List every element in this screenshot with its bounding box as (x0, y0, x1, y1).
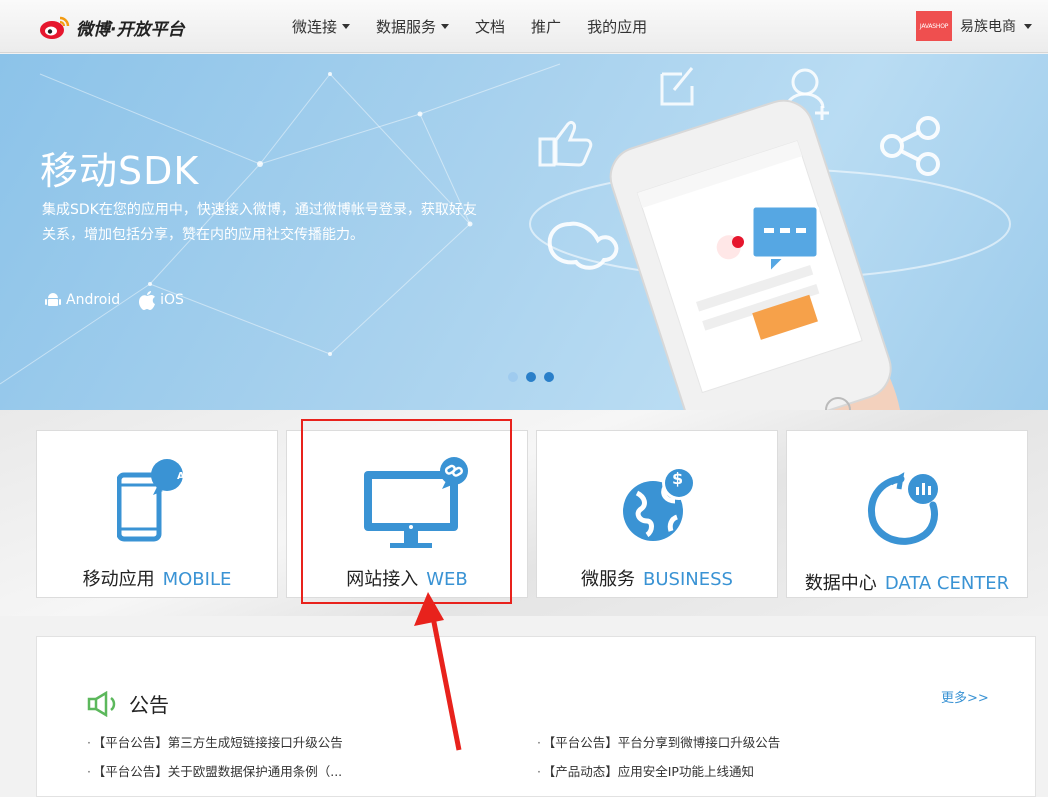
carousel-dot[interactable] (508, 372, 518, 382)
announcement-panel: 公告 更多>> · 【平台公告】第三方生成短链接接口升级公告 · 【平台公告】平台分… (36, 636, 1036, 797)
news-text: 【平台公告】平台分享到微博接口升级公告 (548, 735, 781, 750)
news-item[interactable]: · 【产品动态】应用安全IP功能上线通知 (537, 761, 754, 780)
nav-item-my-apps[interactable]: 我的应用 (587, 16, 647, 37)
card-icon-wrap: $ (537, 457, 777, 557)
card-label-cn: 微服务 (581, 569, 636, 590)
carousel-dot[interactable] (526, 372, 536, 382)
nav-item-docs[interactable]: 文档 (475, 16, 505, 37)
highlight-box (301, 419, 512, 604)
card-icon-wrap: APP (37, 457, 277, 557)
nav-item-promote[interactable]: 推广 (531, 16, 561, 37)
news-item[interactable]: · 【平台公告】平台分享到微博接口升级公告 (537, 732, 780, 751)
carousel-dots (508, 372, 562, 382)
platform-list: Android iOS (44, 290, 202, 310)
cloud-icon (547, 221, 619, 270)
card-label-en: DATA CENTER (884, 573, 1010, 594)
app-badge-text: APP (177, 471, 200, 482)
weibo-logo-icon (40, 16, 70, 39)
card-label-cn: 移动应用 (82, 569, 155, 590)
main-nav: 微连接 数据服务 文档 推广 我的应用 (292, 0, 673, 53)
bullet-icon: · (87, 764, 91, 779)
platform-ios[interactable]: iOS (138, 290, 184, 310)
platform-android[interactable]: Android (44, 291, 120, 309)
announcement-header: 公告 (87, 689, 169, 718)
news-text: 【平台公告】第三方生成短链接接口升级公告 (98, 735, 343, 750)
news-item[interactable]: · 【平台公告】关于欧盟数据保护通用条例（... (87, 761, 342, 780)
card-mobile[interactable]: APP 移动应用 MOBILE (36, 430, 278, 598)
data-chart-icon (868, 472, 938, 545)
card-label: 数据中心 DATA CENTER (787, 569, 1027, 595)
user-name: 易族电商 (960, 19, 1016, 35)
share-icon (880, 116, 940, 176)
chevron-down-icon (342, 24, 351, 29)
card-label-cn: 数据中心 (804, 573, 877, 594)
nav-label: 数据服务 (376, 18, 437, 36)
platform-label: iOS (160, 292, 184, 308)
avatar: JAVASHOP (916, 11, 952, 41)
news-item[interactable]: · 【平台公告】第三方生成短链接接口升级公告 (87, 732, 343, 751)
dollar-icon: $ (672, 469, 684, 488)
nav-item-weilianjie[interactable]: 微连接 (292, 16, 351, 37)
banner-description: 集成SDK在您的应用中，快速接入微博，通过微博帐号登录，获取好友关系，增加包括分… (42, 202, 477, 243)
weibo-logo[interactable]: 微博·开放平台 (38, 12, 184, 42)
nav-item-data-service[interactable]: 数据服务 (376, 16, 450, 37)
nav-label: 推广 (531, 18, 562, 36)
bullet-icon: · (87, 735, 91, 750)
logo-text: 微博·开放平台 (76, 19, 185, 40)
android-icon (45, 293, 61, 306)
carousel-dot[interactable] (544, 372, 554, 382)
nav-label: 文档 (475, 18, 506, 36)
bullet-icon: · (537, 735, 541, 750)
card-label: 移动应用 MOBILE (37, 565, 277, 591)
card-label: 微服务 BUSINESS (537, 565, 777, 591)
thumbs-up-icon (538, 120, 593, 167)
more-link[interactable]: 更多>> (941, 687, 989, 706)
user-menu[interactable]: JAVASHOP 易族电商 (916, 11, 1032, 41)
card-business[interactable]: $ 微服务 BUSINESS (536, 430, 778, 598)
card-label-en: BUSINESS (643, 569, 733, 590)
card-label-en: MOBILE (162, 569, 232, 590)
bullet-icon: · (537, 764, 541, 779)
globe-dollar-icon (623, 466, 696, 541)
news-text: 【产品动态】应用安全IP功能上线通知 (548, 764, 754, 779)
nav-label: 微连接 (292, 18, 338, 36)
banner-title: 移动SDK (40, 149, 200, 193)
chevron-down-icon (441, 24, 450, 29)
card-icon-wrap (787, 457, 1027, 557)
apple-icon (139, 291, 156, 310)
speaker-icon (87, 690, 116, 717)
news-text: 【平台公告】关于欧盟数据保护通用条例（... (98, 764, 343, 779)
hero-banner[interactable]: 移动SDK 集成SDK在您的应用中，快速接入微博，通过微博帐号登录，获取好友关系… (0, 54, 1048, 410)
announcement-title: 公告 (129, 693, 169, 717)
service-cards: APP 移动应用 MOBILE 网站接入 WEB $ 微服务 BUSINESS … (0, 410, 1048, 616)
edit-icon (660, 67, 694, 106)
card-data-center[interactable]: 数据中心 DATA CENTER (786, 430, 1028, 598)
nav-label: 我的应用 (587, 18, 648, 36)
platform-label: Android (66, 292, 121, 308)
chevron-down-icon (1024, 23, 1032, 29)
top-nav: 微博·开放平台 微连接 数据服务 文档 推广 我的应用 JAVASHOP 易族电… (0, 0, 1048, 53)
